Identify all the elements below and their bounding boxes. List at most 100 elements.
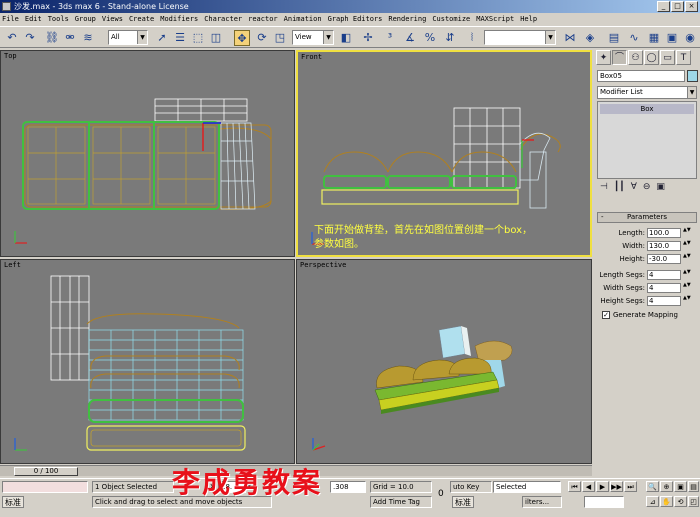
zoom-extents-all-icon[interactable]: ▤ xyxy=(688,481,699,492)
viewport-top[interactable]: Top xyxy=(0,50,295,257)
selection-filter-dropdown[interactable]: All ▼ xyxy=(108,30,148,45)
stack-item-box[interactable]: Box xyxy=(600,104,694,114)
pin-stack-icon[interactable]: ⊣ xyxy=(600,182,608,196)
object-name-field[interactable]: Box05 xyxy=(597,70,685,82)
menu-graph-editors[interactable]: Graph Editors xyxy=(328,13,383,26)
width-segs-input[interactable]: 4 xyxy=(647,283,681,293)
menu-file[interactable]: File xyxy=(2,13,19,26)
remove-modifier-icon[interactable]: ⊖ xyxy=(643,182,651,196)
menu-create[interactable]: Create xyxy=(129,13,154,26)
add-time-tag-button[interactable]: Add Time Tag xyxy=(370,496,432,508)
motion-tab-icon[interactable]: ◯ xyxy=(644,50,659,65)
display-tab-icon[interactable]: ▭ xyxy=(660,50,675,65)
goto-end-icon[interactable]: ⏭ xyxy=(624,481,637,492)
bind-space-warp-icon[interactable]: ≋ xyxy=(80,30,96,46)
make-unique-icon[interactable]: ∀ xyxy=(631,182,637,196)
key-filters-button[interactable]: ilters... xyxy=(522,496,562,508)
height-segs-input[interactable]: 4 xyxy=(647,296,681,306)
length-segs-input[interactable]: 4 xyxy=(647,270,681,280)
show-end-result-icon[interactable]: ┃┃ xyxy=(614,182,625,196)
width-input[interactable]: 130.0 xyxy=(647,241,681,251)
select-by-name-icon[interactable]: ☰ xyxy=(172,30,188,46)
percent-snap-icon[interactable]: % xyxy=(422,30,438,46)
unlink-icon[interactable]: ⚮ xyxy=(62,30,78,46)
field-of-view-icon[interactable]: ⊿ xyxy=(646,496,659,507)
maximize-button[interactable]: □ xyxy=(671,1,684,12)
create-tab-icon[interactable]: ✦ xyxy=(596,50,611,65)
select-and-rotate-icon[interactable]: ⟳ xyxy=(254,30,270,46)
menu-character[interactable]: Character xyxy=(204,13,242,26)
generate-mapping-checkbox[interactable]: ✓ xyxy=(602,311,610,319)
select-link-icon[interactable]: ⛓ xyxy=(44,30,60,46)
prev-frame-icon[interactable]: ◀ xyxy=(582,481,595,492)
close-button[interactable]: × xyxy=(685,1,698,12)
maximize-viewport-icon[interactable]: ◰ xyxy=(688,496,699,507)
menu-maxscript[interactable]: MAXScript xyxy=(476,13,514,26)
play-icon[interactable]: ▶ xyxy=(596,481,609,492)
quick-render-icon[interactable]: ◉ xyxy=(682,30,698,46)
pivot-center-icon[interactable]: ◧ xyxy=(338,30,354,46)
zoom-icon[interactable]: 🔍 xyxy=(646,481,659,492)
mirror-icon[interactable]: ⋈ xyxy=(562,30,578,46)
viewport-perspective[interactable]: Perspective xyxy=(296,259,592,464)
named-selection-dropdown[interactable]: ▼ xyxy=(484,30,556,45)
spinner-icon[interactable]: ▲▼ xyxy=(683,270,691,280)
z-coordinate[interactable]: .308 xyxy=(330,481,366,493)
configure-sets-icon[interactable]: ▣ xyxy=(656,182,665,196)
menu-rendering[interactable]: Rendering xyxy=(388,13,426,26)
utilities-tab-icon[interactable]: T xyxy=(676,50,691,65)
select-and-scale-icon[interactable]: ◳ xyxy=(272,30,288,46)
menu-reactor[interactable]: reactor xyxy=(248,13,278,26)
viewport-left[interactable]: Left xyxy=(0,259,295,464)
arc-rotate-icon[interactable]: ⟲ xyxy=(674,496,687,507)
viewport-front[interactable]: Front 下面开始做背垫，首先在如图位置创建一个box， 参数如图。 xyxy=(296,50,592,257)
material-editor-icon[interactable]: ▦ xyxy=(646,30,662,46)
spinner-snap-icon[interactable]: ⇵ xyxy=(442,30,458,46)
pan-icon[interactable]: ✋ xyxy=(660,496,673,507)
spinner-icon[interactable]: ▲▼ xyxy=(683,283,691,293)
curve-editor-icon[interactable]: ∿ xyxy=(626,30,642,46)
select-and-move-icon[interactable]: ✥ xyxy=(234,30,250,46)
spinner-icon[interactable]: ▲▼ xyxy=(683,254,691,264)
menu-customize[interactable]: Customize xyxy=(432,13,470,26)
align-icon[interactable]: ◈ xyxy=(582,30,598,46)
ime-indicator-2[interactable]: 标准 xyxy=(452,496,474,508)
key-mode-dropdown[interactable]: Selected xyxy=(493,481,561,493)
menu-animation[interactable]: Animation xyxy=(284,13,322,26)
menu-group[interactable]: Group xyxy=(75,13,96,26)
layer-manager-icon[interactable]: ▤ xyxy=(606,30,622,46)
goto-start-icon[interactable]: ⏮ xyxy=(568,481,581,492)
zoom-all-icon[interactable]: ⊕ xyxy=(660,481,673,492)
modify-tab-icon[interactable]: ⌒ xyxy=(612,50,627,65)
frame-input[interactable] xyxy=(584,496,624,508)
window-crossing-icon[interactable]: ◫ xyxy=(208,30,224,46)
menu-views[interactable]: Views xyxy=(102,13,123,26)
reference-coordinate-dropdown[interactable]: View ▼ xyxy=(292,30,334,45)
minimize-button[interactable]: _ xyxy=(657,1,670,12)
angle-snap-icon[interactable]: ∡ xyxy=(402,30,418,46)
render-scene-icon[interactable]: ▣ xyxy=(664,30,680,46)
hierarchy-tab-icon[interactable]: ⚇ xyxy=(628,50,643,65)
auto-key-button[interactable]: uto Key xyxy=(450,481,492,493)
menu-tools[interactable]: Tools xyxy=(48,13,69,26)
maxscript-listener[interactable] xyxy=(2,481,88,493)
spinner-icon[interactable]: ▲▼ xyxy=(683,228,691,238)
parameters-rollout-header[interactable]: - Parameters xyxy=(597,212,697,223)
select-object-icon[interactable]: ➚ xyxy=(154,30,170,46)
menu-help[interactable]: Help xyxy=(520,13,537,26)
time-slider-thumb[interactable]: 0 / 100 xyxy=(14,467,78,476)
next-frame-icon[interactable]: ▶▶ xyxy=(610,481,623,492)
select-manipulate-icon[interactable]: ✢ xyxy=(360,30,376,46)
spinner-icon[interactable]: ▲▼ xyxy=(683,296,691,306)
spinner-icon[interactable]: ▲▼ xyxy=(683,241,691,251)
zoom-extents-icon[interactable]: ▣ xyxy=(674,481,687,492)
rectangular-selection-icon[interactable]: ⬚ xyxy=(190,30,206,46)
length-input[interactable]: 100.0 xyxy=(647,228,681,238)
height-input[interactable]: -30.0 xyxy=(647,254,681,264)
named-selection-icon[interactable]: ⦚ xyxy=(464,30,480,46)
menu-modifiers[interactable]: Modifiers xyxy=(160,13,198,26)
object-color-swatch[interactable] xyxy=(687,70,698,82)
modifier-list-dropdown[interactable]: Modifier List ▼ xyxy=(597,86,697,99)
redo-icon[interactable]: ↷ xyxy=(22,30,38,46)
menu-edit[interactable]: Edit xyxy=(25,13,42,26)
